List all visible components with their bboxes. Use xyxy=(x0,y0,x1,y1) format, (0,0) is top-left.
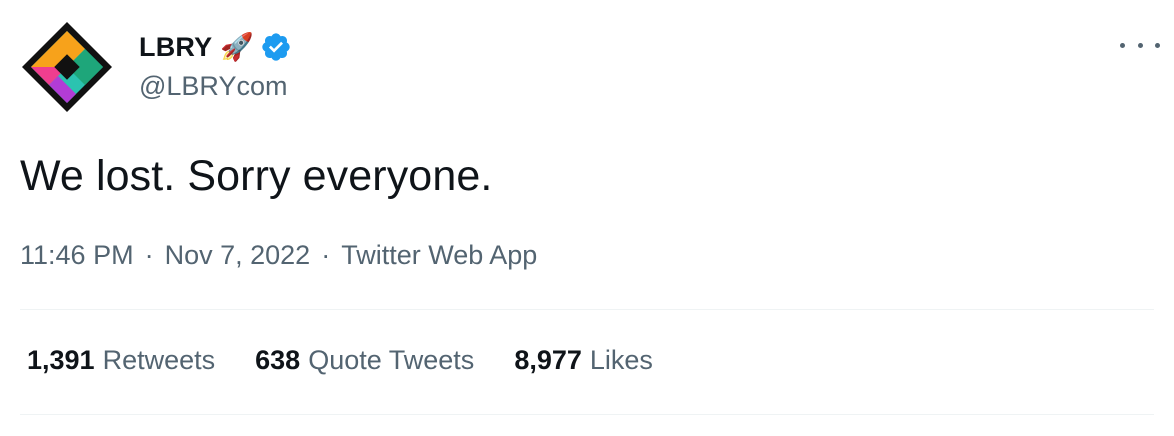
display-name[interactable]: LBRY xyxy=(139,32,212,63)
separator: · xyxy=(321,240,331,270)
lbry-logo xyxy=(22,22,112,112)
tweet-source[interactable]: Twitter Web App xyxy=(341,240,537,271)
more-options-button[interactable] xyxy=(1120,30,1160,60)
more-horizontal-icon-dot xyxy=(1155,42,1160,48)
likes-count: 8,977 xyxy=(514,345,582,375)
divider xyxy=(20,309,1154,310)
retweets-stat[interactable]: 1,391 Retweets xyxy=(27,345,215,376)
rocket-emoji: 🚀 xyxy=(220,31,254,62)
tweet-card: LBRY 🚀 @LBRYcom We lost. Sorry everyone.… xyxy=(0,0,1174,436)
avatar[interactable] xyxy=(20,20,114,114)
verified-badge-icon xyxy=(260,31,292,63)
more-horizontal-icon-dot xyxy=(1137,42,1143,48)
tweet-date[interactable]: Nov 7, 2022 xyxy=(165,240,311,271)
author-name-row[interactable]: LBRY 🚀 xyxy=(139,28,292,66)
divider xyxy=(20,414,1154,415)
retweets-count: 1,391 xyxy=(27,345,95,375)
author-handle[interactable]: @LBRYcom xyxy=(139,71,287,102)
more-horizontal-icon xyxy=(1120,42,1125,48)
likes-stat[interactable]: 8,977 Likes xyxy=(514,345,653,376)
retweets-label: Retweets xyxy=(102,345,216,375)
quote-tweets-stat[interactable]: 638 Quote Tweets xyxy=(255,345,474,376)
tweet-time[interactable]: 11:46 PM xyxy=(20,240,134,271)
engagement-stats: 1,391 Retweets 638 Quote Tweets 8,977 Li… xyxy=(27,345,693,376)
separator: · xyxy=(144,240,154,270)
quote-tweets-label: Quote Tweets xyxy=(308,345,475,375)
quote-tweets-count: 638 xyxy=(255,345,301,375)
tweet-metadata: 11:46 PM · Nov 7, 2022 · Twitter Web App xyxy=(20,240,537,271)
tweet-text: We lost. Sorry everyone. xyxy=(20,152,493,200)
likes-label: Likes xyxy=(589,345,653,375)
